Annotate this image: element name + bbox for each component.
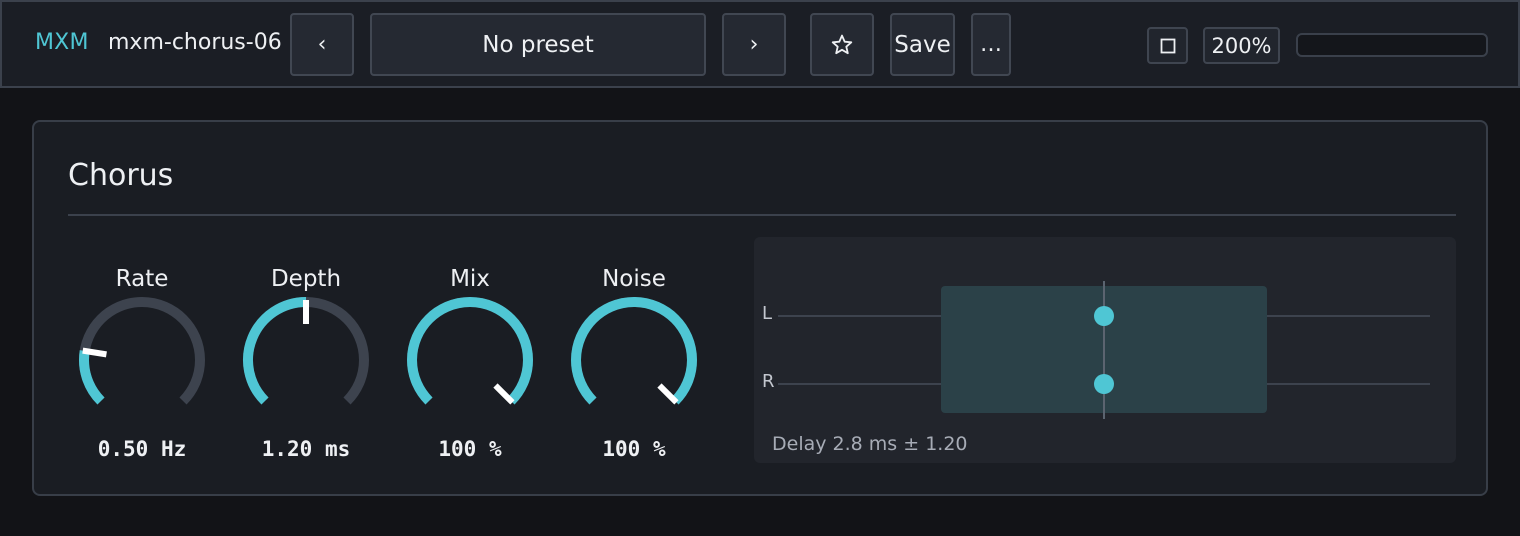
- knob-value: 100 %: [602, 437, 666, 461]
- chorus-panel: Chorus Rate 0.50 Hz Depth 1.20 ms Mix 10…: [32, 120, 1488, 496]
- knob-label: Mix: [450, 266, 490, 292]
- preset-selector[interactable]: No preset: [370, 13, 706, 76]
- chevron-right-icon: ›: [749, 32, 759, 57]
- knob-value-arc: [571, 297, 697, 405]
- right-channel-label: R: [762, 371, 775, 392]
- more-options-button[interactable]: …: [971, 13, 1011, 76]
- left-delay-marker: [1094, 306, 1114, 326]
- zoom-selector[interactable]: 200%: [1203, 27, 1280, 64]
- star-icon: [831, 34, 853, 54]
- save-preset-button[interactable]: Save: [890, 13, 955, 76]
- knob-pointer: [82, 347, 107, 358]
- knob-pointer: [493, 383, 515, 405]
- right-delay-marker: [1094, 374, 1114, 394]
- previous-preset-button[interactable]: ‹: [290, 13, 354, 76]
- delay-graph: [778, 281, 1430, 419]
- delay-caption: Delay 2.8 ms ± 1.20: [772, 433, 968, 455]
- depth-dial[interactable]: [236, 296, 376, 426]
- mix-dial[interactable]: [400, 296, 540, 426]
- left-channel-label: L: [762, 303, 773, 324]
- save-label: Save: [894, 31, 951, 58]
- preset-name: No preset: [482, 31, 594, 58]
- panel-title: Chorus: [68, 158, 174, 193]
- knob-rate[interactable]: Rate 0.50 Hz: [72, 266, 212, 466]
- more-icon: …: [980, 32, 1002, 57]
- delay-visualizer: L R Delay 2.8 ms ± 1.20: [754, 237, 1456, 463]
- panel-divider: [68, 214, 1456, 216]
- plugin-name: mxm-chorus-06: [108, 30, 282, 55]
- knob-value: 0.50 Hz: [97, 437, 187, 461]
- rate-dial[interactable]: [72, 296, 212, 426]
- knob-label: Depth: [270, 266, 342, 292]
- knob-label: Noise: [602, 266, 666, 292]
- knob-noise[interactable]: Noise 100 %: [564, 266, 704, 466]
- window-icon: [1160, 38, 1175, 53]
- knob-label: Rate: [115, 266, 169, 292]
- window-toggle-button[interactable]: [1147, 27, 1188, 64]
- knob-mix[interactable]: Mix 100 %: [400, 266, 540, 466]
- knob-value-arc: [407, 297, 533, 405]
- knob-value-arc: [79, 350, 105, 405]
- knob-value-arc: [243, 297, 307, 405]
- noise-dial[interactable]: [564, 296, 704, 426]
- knob-value: 1.20 ms: [261, 437, 351, 461]
- plugin-header: MXM mxm-chorus-06 ‹ No preset › Save … 2…: [0, 0, 1520, 88]
- knob-pointer: [657, 383, 679, 405]
- zoom-level: 200%: [1211, 33, 1272, 58]
- knob-depth[interactable]: Depth 1.20 ms: [236, 266, 376, 466]
- level-meter: [1296, 33, 1488, 57]
- favorite-preset-button[interactable]: [810, 13, 874, 76]
- next-preset-button[interactable]: ›: [722, 13, 786, 76]
- knob-value: 100 %: [438, 437, 502, 461]
- chevron-left-icon: ‹: [317, 32, 327, 57]
- brand-logo: MXM: [35, 30, 89, 55]
